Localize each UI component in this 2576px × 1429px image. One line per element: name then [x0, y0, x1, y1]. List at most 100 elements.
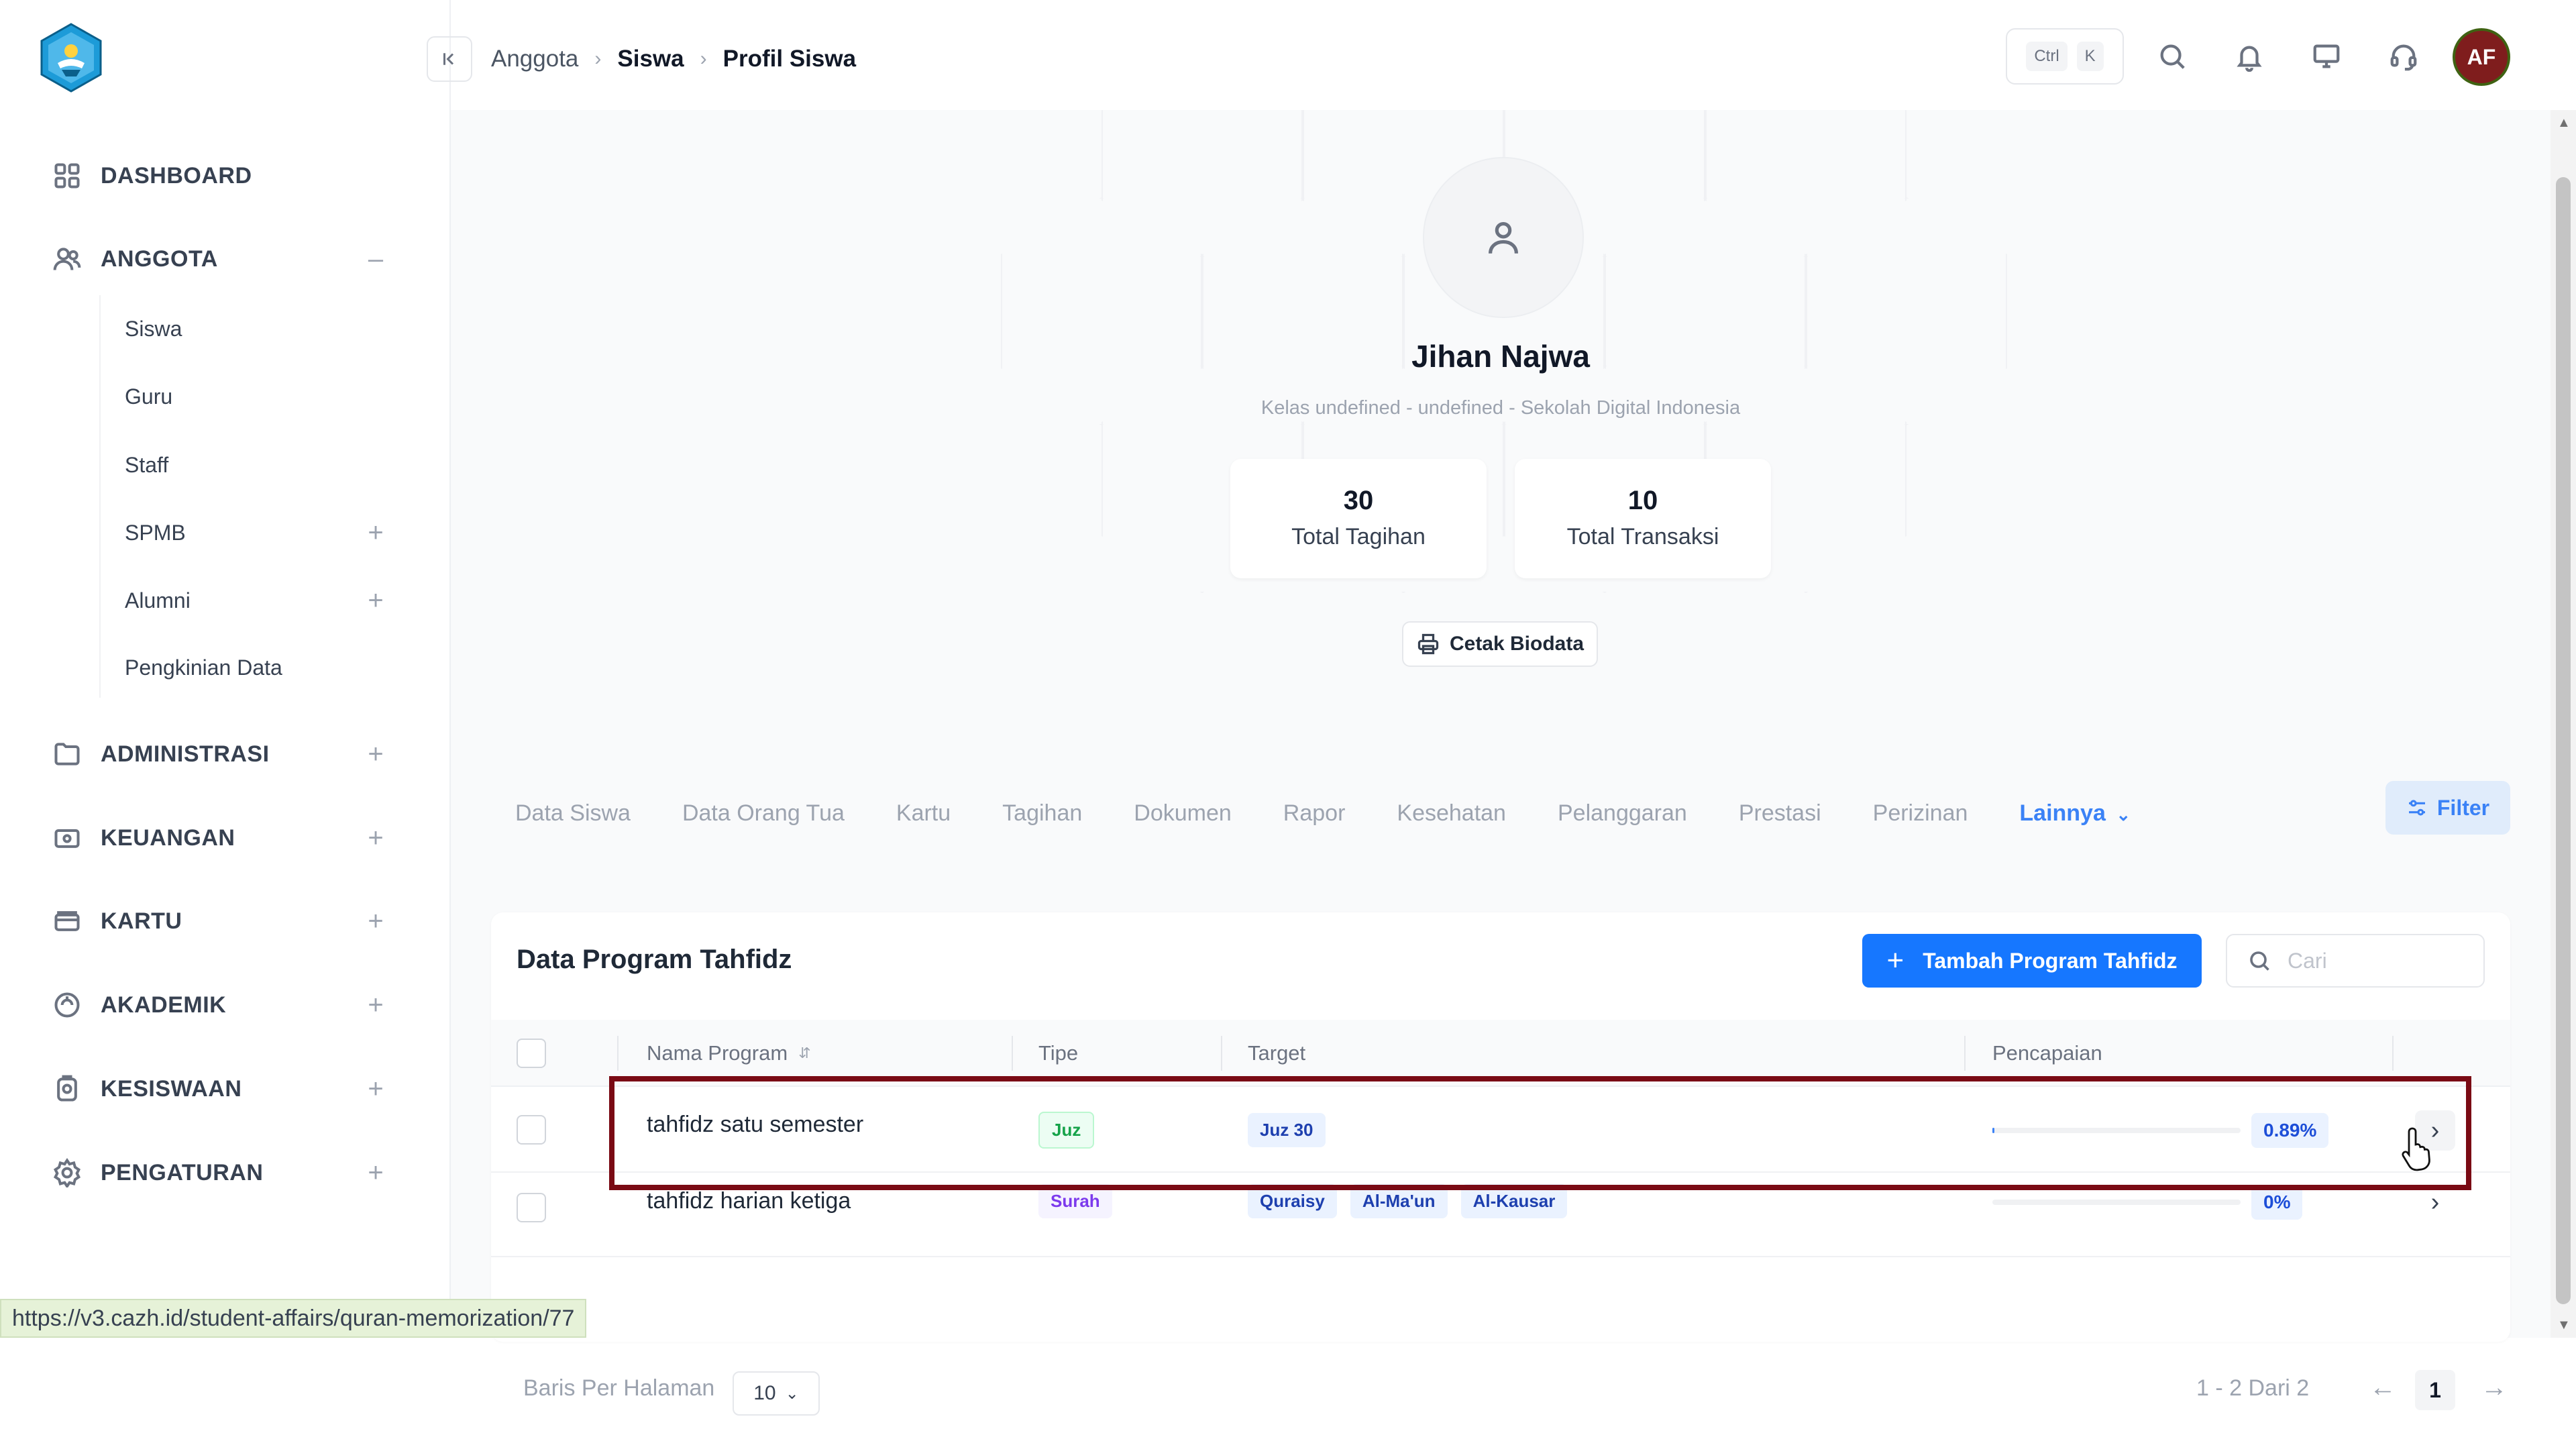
filter-button[interactable]: Filter	[2385, 781, 2510, 835]
scroll-down-arrow-icon[interactable]: ▼	[2557, 1318, 2571, 1333]
tab-rapor[interactable]: Rapor	[1283, 800, 1346, 827]
nav-label: KESISWAAN	[101, 1075, 242, 1102]
tab-data-orang-tua[interactable]: Data Orang Tua	[682, 800, 845, 827]
stat-total-transaksi: 10 Total Transaksi	[1515, 459, 1771, 578]
table-row[interactable]: tahfidz harian ketiga Surah Quraisy Al-M…	[491, 1173, 2510, 1257]
nav-label: PENGATURAN	[101, 1159, 264, 1185]
current-page[interactable]: 1	[2415, 1370, 2455, 1410]
search-placeholder: Cari	[2288, 948, 2327, 973]
nav-label: ADMINISTRASI	[101, 741, 270, 767]
expand-akademik-toggle[interactable]: +	[362, 990, 389, 1020]
expand-alumni-toggle[interactable]: +	[362, 586, 389, 615]
bell-icon[interactable]	[2231, 38, 2268, 75]
row-checkbox[interactable]	[517, 1115, 546, 1145]
tab-pelanggaran[interactable]: Pelanggaran	[1558, 800, 1687, 827]
filter-label: Filter	[2436, 795, 2490, 820]
arrow-right-icon[interactable]: →	[2481, 1373, 2508, 1403]
nav-anggota[interactable]: ANGGOTA	[51, 239, 218, 279]
nav-akademik[interactable]: AKADEMIK	[51, 985, 226, 1025]
nav-kartu[interactable]: KARTU	[51, 901, 182, 941]
progress-bar	[1992, 1128, 2241, 1133]
scroll-up-arrow-icon[interactable]: ▲	[2557, 115, 2571, 131]
target-badge: Al-Ma'un	[1350, 1183, 1448, 1218]
chevron-right-icon[interactable]: ›	[2415, 1182, 2455, 1222]
stat-label: Total Tagihan	[1291, 524, 1426, 549]
row-checkbox[interactable]	[517, 1193, 546, 1222]
search-icon	[2250, 951, 2269, 971]
student-name: Jihan Najwa	[1411, 339, 1590, 374]
nav-administrasi[interactable]: ADMINISTRASI	[51, 734, 270, 774]
pagination-bar: Baris Per Halaman 10 ⌄ 1 - 2 Dari 2 ← 1 …	[491, 1362, 2510, 1429]
expand-administrasi-toggle[interactable]: +	[362, 739, 389, 769]
chevron-down-icon: ⌄	[785, 1384, 799, 1403]
table-header: Nama Program ⇵ Tipe Target Pencapaian	[491, 1020, 2510, 1087]
search-icon[interactable]	[2153, 38, 2191, 75]
expand-spmb-toggle[interactable]: +	[362, 518, 389, 547]
tab-kesehatan[interactable]: Kesehatan	[1397, 800, 1506, 827]
program-name: tahfidz harian ketiga	[647, 1187, 851, 1214]
sidebar-item-siswa[interactable]: Siswa	[125, 312, 182, 346]
student-icon	[51, 1073, 83, 1105]
rows-per-page-label: Baris Per Halaman	[523, 1375, 715, 1401]
sidebar-item-spmb[interactable]: SPMB	[125, 516, 186, 549]
tab-lainnya[interactable]: Lainnya ⌄	[2019, 800, 2131, 827]
header-label: Nama Program	[647, 1041, 788, 1065]
add-tahfidz-program-button[interactable]: + Tambah Program Tahfidz	[1862, 934, 2202, 988]
nav-label: DASHBOARD	[101, 162, 252, 189]
stat-value: 10	[1627, 486, 1658, 515]
nav-keuangan[interactable]: KEUANGAN	[51, 818, 235, 858]
card-title: Data Program Tahfidz	[517, 945, 792, 974]
stat-total-tagihan: 30 Total Tagihan	[1230, 459, 1487, 578]
monitor-icon[interactable]	[2308, 38, 2345, 75]
expand-pengaturan-toggle[interactable]: +	[362, 1158, 389, 1187]
tab-kartu[interactable]: Kartu	[896, 800, 951, 827]
sidebar-item-staff[interactable]: Staff	[125, 448, 168, 482]
tab-tagihan[interactable]: Tagihan	[1002, 800, 1082, 827]
progress-fill	[1992, 1128, 1995, 1133]
scrollbar-thumb[interactable]	[2556, 177, 2571, 1304]
nav-pengaturan[interactable]: PENGATURAN	[51, 1153, 263, 1193]
rows-per-page-select[interactable]: 10 ⌄	[733, 1371, 820, 1416]
column-divider	[2392, 1036, 2394, 1071]
collapse-anggota-toggle[interactable]: –	[362, 244, 389, 274]
pagination-info: 1 - 2 Dari 2	[2196, 1375, 2310, 1401]
expand-keuangan-toggle[interactable]: +	[362, 823, 389, 853]
breadcrumb-siswa[interactable]: Siswa	[617, 46, 684, 72]
headset-icon[interactable]	[2385, 38, 2422, 75]
expand-kartu-toggle[interactable]: +	[362, 906, 389, 936]
nav-kesiswaan[interactable]: KESISWAAN	[51, 1069, 241, 1109]
nav-label: KEUANGAN	[101, 825, 235, 851]
target-badge: Al-Kausar	[1460, 1183, 1568, 1218]
tab-prestasi[interactable]: Prestasi	[1739, 800, 1821, 827]
plus-icon: +	[1886, 944, 1904, 977]
user-avatar[interactable]: AF	[2453, 28, 2510, 86]
arrow-left-icon[interactable]: ←	[2369, 1373, 2396, 1403]
school-logo-icon[interactable]	[38, 23, 105, 93]
tab-perizinan[interactable]: Perizinan	[1873, 800, 1968, 827]
program-type: Surah	[1038, 1159, 1126, 1242]
header-nama-program[interactable]: Nama Program ⇵	[647, 1020, 811, 1087]
collapse-sidebar-button[interactable]	[427, 36, 472, 82]
tab-data-siswa[interactable]: Data Siswa	[515, 800, 631, 827]
nav-dashboard[interactable]: DASHBOARD	[51, 156, 252, 196]
sidebar-item-guru[interactable]: Guru	[125, 380, 172, 413]
percent-badge: 0.89%	[2251, 1113, 2329, 1148]
column-divider	[1964, 1036, 1966, 1071]
vertical-scrollbar[interactable]: ▲ ▼	[2551, 110, 2576, 1338]
print-biodata-button[interactable]: Cetak Biodata	[1402, 621, 1598, 667]
expand-kesiswaan-toggle[interactable]: +	[362, 1074, 389, 1104]
command-shortcut-button[interactable]: Ctrl K	[2006, 28, 2124, 85]
select-all-checkbox[interactable]	[517, 1039, 546, 1068]
header-target: Target	[1248, 1041, 1306, 1065]
card-icon	[51, 905, 83, 937]
profile-avatar	[1423, 157, 1584, 318]
search-input[interactable]: Cari	[2226, 934, 2485, 988]
sidebar-item-pengkinian-data[interactable]: Pengkinian Data	[125, 651, 282, 684]
chevron-right-icon: ›	[700, 48, 707, 70]
target-badge: Quraisy	[1248, 1183, 1337, 1218]
tab-dokumen[interactable]: Dokumen	[1134, 800, 1232, 827]
program-target: Quraisy Al-Ma'un Al-Kausar	[1248, 1159, 1580, 1242]
breadcrumb-anggota[interactable]: Anggota	[491, 46, 578, 72]
sidebar-item-alumni[interactable]: Alumni	[125, 584, 191, 617]
kbd-k: K	[2076, 42, 2104, 71]
